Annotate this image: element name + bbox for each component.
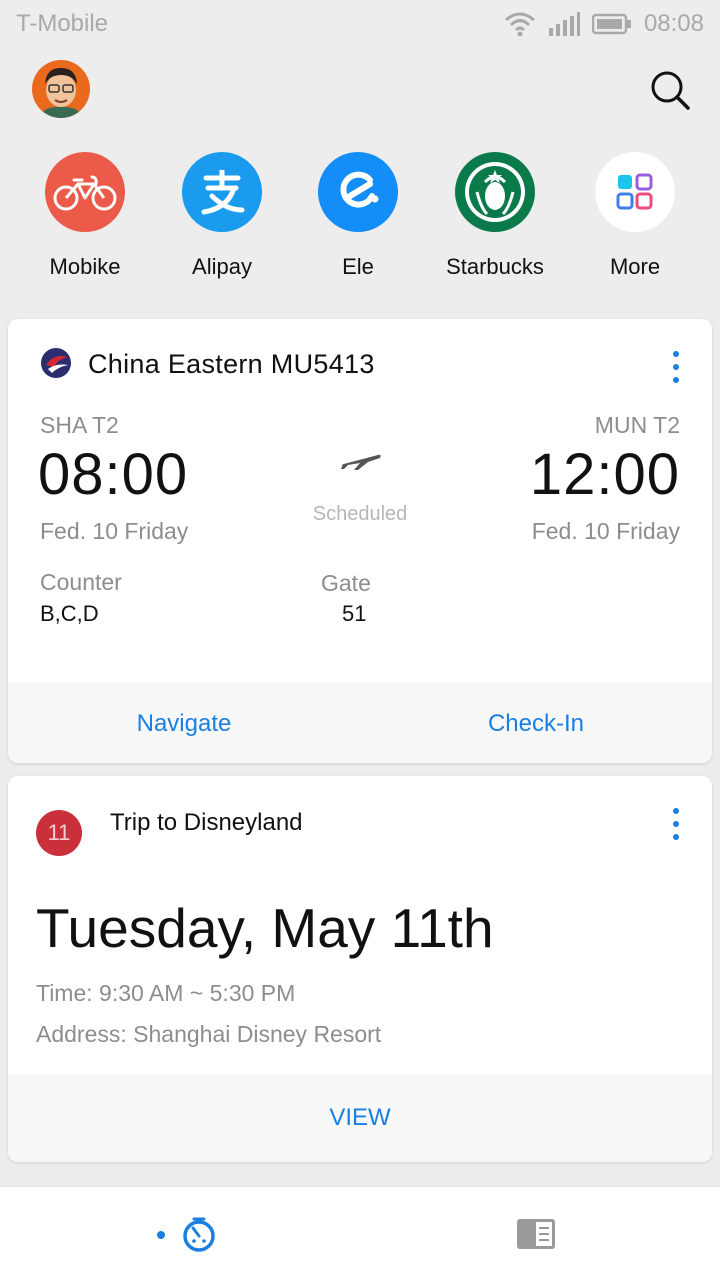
arrival-date: Fed. 10 Friday (531, 518, 680, 544)
flight-actions: Navigate Check-In (8, 682, 712, 763)
trip-date: Tuesday, May 11th (36, 897, 494, 959)
trip-title: Trip to Disneyland (110, 809, 303, 836)
gate-label: Gate (321, 570, 371, 596)
flight-title: China Eastern MU5413 (88, 349, 375, 379)
reader-icon[interactable] (516, 1218, 556, 1250)
view-button[interactable]: VIEW (8, 1104, 712, 1132)
counter-value: B,C,D (40, 601, 99, 626)
trip-address: Address: Shanghai Disney Resort (36, 1021, 382, 1047)
header (0, 58, 720, 120)
battery-icon (591, 13, 631, 35)
app-more[interactable]: More (575, 150, 695, 280)
app-label: More (609, 254, 661, 279)
app-label: Mobike (49, 254, 121, 279)
clock-label: 08:08 (643, 10, 704, 37)
counter-label: Counter (40, 569, 122, 595)
destination-code: MUN T2 (594, 412, 680, 438)
wifi-icon (504, 12, 535, 37)
avatar-image (32, 60, 90, 118)
starbucks-icon (455, 152, 535, 232)
avatar[interactable] (32, 60, 90, 118)
departure-time: 08:00 (38, 442, 189, 507)
airplane-icon (340, 454, 381, 470)
navigate-button[interactable]: Navigate (8, 710, 360, 738)
trip-card[interactable]: 11 Trip to Disneyland Tuesday, May 11th … (8, 776, 712, 1162)
trip-more-button[interactable] (668, 806, 684, 842)
app-alipay[interactable]: Alipay (162, 150, 282, 280)
trip-actions: VIEW (8, 1074, 712, 1162)
search-button[interactable] (648, 68, 692, 112)
arrival-time: 12:00 (529, 442, 680, 507)
calendar-date-badge: 11 (36, 810, 82, 856)
app-label: Alipay (192, 254, 252, 279)
gate-value: 51 (342, 601, 367, 626)
carrier-label: T-Mobile (16, 10, 109, 37)
status-bar: T-Mobile 08:08 (0, 0, 720, 48)
ele-icon (318, 152, 398, 232)
trip-time: Time: 9:30 AM ~ 5:30 PM (36, 980, 296, 1006)
app-label: Ele (342, 254, 374, 279)
app-label: Starbucks (446, 254, 544, 279)
bike-icon (45, 152, 125, 232)
signal-icon (548, 12, 580, 36)
bottom-nav (0, 1186, 720, 1280)
app-shortcuts: Mobike Alipay Ele Starbucks More (0, 150, 720, 290)
china-eastern-logo-icon (41, 348, 71, 378)
alipay-icon (182, 152, 262, 232)
status-icons: 08:08 (504, 10, 704, 38)
search-icon (651, 71, 690, 110)
app-starbucks[interactable]: Starbucks (435, 150, 555, 280)
app-mobike[interactable]: Mobike (25, 150, 145, 280)
flight-more-button[interactable] (668, 349, 684, 385)
check-in-button[interactable]: Check-In (360, 710, 712, 738)
flight-card[interactable]: China Eastern MU5413 SHA T2 08:00 Fed. 1… (8, 319, 712, 763)
active-indicator-dot (157, 1231, 165, 1239)
grid-icon (595, 152, 675, 232)
timer-icon[interactable] (180, 1216, 218, 1254)
origin-code: SHA T2 (40, 412, 119, 438)
app-ele[interactable]: Ele (298, 150, 418, 280)
